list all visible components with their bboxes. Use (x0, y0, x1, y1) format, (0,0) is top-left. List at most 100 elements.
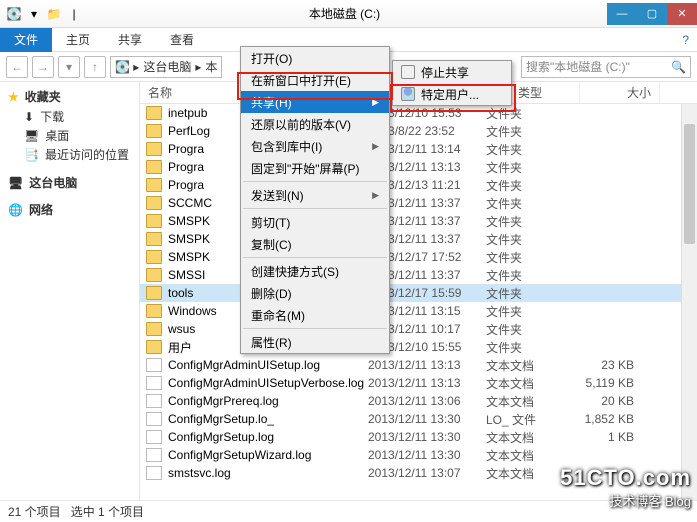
ctx-cut[interactable]: 剪切(T) (241, 211, 389, 233)
back-button[interactable]: ← (6, 56, 28, 78)
sidebar: ★收藏夹 ⬇下载 🖥桌面 📑最近访问的位置 🖥这台电脑 🌐网络 (0, 82, 140, 500)
file-type: 文件夹 (486, 321, 556, 338)
ctx-open-new[interactable]: 在新窗口中打开(E) (241, 69, 389, 91)
ctx-include[interactable]: 包含到库中(I)▶ (241, 135, 389, 157)
col-size[interactable]: 大小 (580, 82, 660, 103)
sidebar-favorites[interactable]: ★收藏夹 (8, 88, 131, 105)
tab-share[interactable]: 共享 (104, 28, 156, 52)
ctx-props[interactable]: 属性(R) (241, 331, 389, 353)
folder-icon (146, 268, 162, 282)
file-row[interactable]: ConfigMgrSetup.lo_ 2013/12/11 13:30 LO_ … (140, 410, 697, 428)
up-button[interactable]: ↑ (84, 56, 106, 78)
file-name: ConfigMgrAdminUISetup.log (168, 358, 368, 372)
file-row[interactable]: ConfigMgrSetupWizard.log 2013/12/11 13:3… (140, 446, 697, 464)
share-submenu: 停止共享 特定用户... (392, 60, 512, 106)
tab-home[interactable]: 主页 (52, 28, 104, 52)
file-row[interactable]: SCCMC 2013/12/11 13:37 文件夹 (140, 194, 697, 212)
forward-button[interactable]: → (32, 56, 54, 78)
file-size: 5,119 KB (556, 376, 634, 390)
file-row[interactable]: Windows 2013/12/11 13:15 文件夹 (140, 302, 697, 320)
ctx-rename[interactable]: 重命名(M) (241, 304, 389, 326)
ctx-sendto[interactable]: 发送到(N)▶ (241, 184, 389, 206)
separator (243, 328, 387, 329)
file-type: 文本文档 (486, 447, 556, 464)
search-placeholder: 搜索"本地磁盘 (C:)" (526, 58, 630, 75)
desktop-icon: 🖥 (24, 129, 39, 143)
ctx-shortcut[interactable]: 创建快捷方式(S) (241, 260, 389, 282)
chevron-right-icon: ▶ (372, 97, 379, 108)
qat-sep: | (66, 6, 82, 22)
file-type: 文件夹 (486, 267, 556, 284)
sidebar-thispc[interactable]: 🖥这台电脑 (8, 174, 131, 191)
history-button[interactable]: ▾ (58, 56, 80, 78)
folder-icon (146, 304, 162, 318)
file-row[interactable]: Progra 2013/12/13 11:21 文件夹 (140, 176, 697, 194)
search-input[interactable]: 搜索"本地磁盘 (C:)" 🔍 (521, 56, 691, 78)
file-type: 文件夹 (486, 177, 556, 194)
ctx-share[interactable]: 共享(H)▶ (241, 91, 389, 113)
file-row[interactable]: SMSPK 2013/12/11 13:37 文件夹 (140, 230, 697, 248)
ctx-delete[interactable]: 删除(D) (241, 282, 389, 304)
download-icon: ⬇ (24, 110, 34, 124)
file-row[interactable]: wsus 2013/12/11 10:17 文件夹 (140, 320, 697, 338)
file-row[interactable]: SMSSI 2013/12/11 13:37 文件夹 (140, 266, 697, 284)
sidebar-item-desktop[interactable]: 🖥桌面 (8, 126, 131, 145)
network-icon: 🌐 (8, 203, 23, 217)
file-row[interactable]: inetpub 2013/12/10 15:53 文件夹 (140, 104, 697, 122)
dropdown-icon[interactable]: ▾ (26, 6, 42, 22)
pc-icon: 🖥 (8, 176, 23, 190)
maximize-button[interactable]: ▢ (637, 3, 667, 25)
minimize-button[interactable]: — (607, 3, 637, 25)
file-row[interactable]: ConfigMgrAdminUISetupVerbose.log 2013/12… (140, 374, 697, 392)
ctx-pin[interactable]: 固定到"开始"屏幕(P) (241, 157, 389, 179)
file-row[interactable]: Progra 2013/12/11 13:14 文件夹 (140, 140, 697, 158)
recent-icon: 📑 (24, 148, 39, 162)
scrollbar[interactable] (681, 104, 697, 500)
file-row[interactable]: ConfigMgrSetup.log 2013/12/11 13:30 文本文档… (140, 428, 697, 446)
close-button[interactable]: ✕ (667, 3, 697, 25)
file-row[interactable]: ConfigMgrAdminUISetup.log 2013/12/11 13:… (140, 356, 697, 374)
window-title: 本地磁盘 (C:) (82, 5, 607, 22)
breadcrumb[interactable]: 💽 ▸ 这台电脑 ▸ 本 (110, 56, 222, 78)
ctx-restore[interactable]: 还原以前的版本(V) (241, 113, 389, 135)
file-type: 文件夹 (486, 159, 556, 176)
scroll-thumb[interactable] (684, 124, 695, 244)
file-row[interactable]: smstsvc.log 2013/12/11 13:07 文本文档 (140, 464, 697, 482)
file-row[interactable]: ConfigMgrPrereq.log 2013/12/11 13:06 文本文… (140, 392, 697, 410)
file-row[interactable]: SMSPK 2013/12/11 13:37 文件夹 (140, 212, 697, 230)
tab-file[interactable]: 文件 (0, 28, 52, 52)
help-icon[interactable]: ? (674, 33, 697, 47)
file-size: 1,852 KB (556, 412, 634, 426)
sub-specific-users[interactable]: 特定用户... (393, 83, 511, 105)
col-type[interactable]: 类型 (510, 82, 580, 103)
doc-icon (146, 394, 162, 408)
sidebar-network[interactable]: 🌐网络 (8, 201, 131, 218)
file-name: ConfigMgrSetup.lo_ (168, 412, 368, 426)
folder-icon (146, 340, 162, 354)
sidebar-item-downloads[interactable]: ⬇下载 (8, 107, 131, 126)
file-row[interactable]: SMSPK 2013/12/17 17:52 文件夹 (140, 248, 697, 266)
file-date: 2013/12/11 13:07 (368, 466, 486, 480)
file-row[interactable]: 用户 2013/12/10 15:55 文件夹 (140, 338, 697, 356)
file-type: 文件夹 (486, 123, 556, 140)
file-type: 文件夹 (486, 141, 556, 158)
folder-icon (146, 286, 162, 300)
sub-stop-share[interactable]: 停止共享 (393, 61, 511, 83)
file-type: LO_ 文件 (486, 411, 556, 428)
chevron-right-icon: ▶ (372, 141, 379, 152)
file-row[interactable]: Progra 2013/12/11 13:13 文件夹 (140, 158, 697, 176)
doc-icon (146, 430, 162, 444)
file-date: 2013/12/11 13:30 (368, 412, 486, 426)
file-type: 文本文档 (486, 429, 556, 446)
file-row[interactable]: PerfLog 2013/8/22 23:52 文件夹 (140, 122, 697, 140)
ctx-open[interactable]: 打开(O) (241, 47, 389, 69)
ctx-copy[interactable]: 复制(C) (241, 233, 389, 255)
crumb-drive[interactable]: 本 (205, 58, 217, 75)
drive-icon: 💽 (6, 6, 22, 22)
file-date: 2013/12/11 13:30 (368, 448, 486, 462)
tab-view[interactable]: 查看 (156, 28, 208, 52)
crumb-pc[interactable]: 这台电脑 (143, 58, 191, 75)
sidebar-item-recent[interactable]: 📑最近访问的位置 (8, 145, 131, 164)
doc-icon (146, 376, 162, 390)
file-row[interactable]: tools 2013/12/17 15:59 文件夹 (140, 284, 697, 302)
